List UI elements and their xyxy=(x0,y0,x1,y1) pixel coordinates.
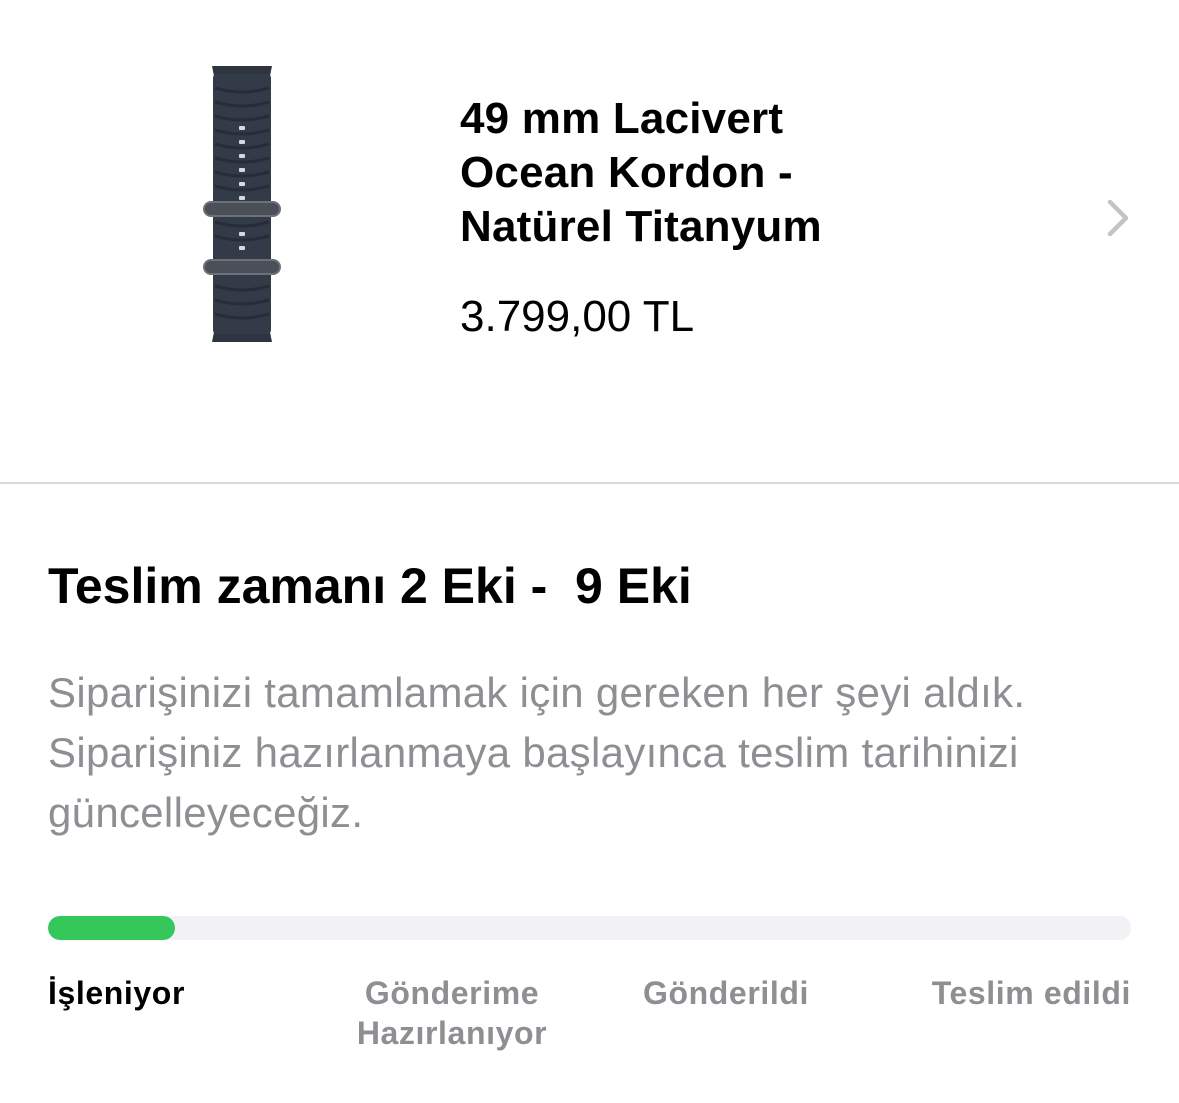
product-title: 49 mm Lacivert Ocean Kordon - Natürel Ti… xyxy=(460,92,1020,254)
chevron-right-icon[interactable] xyxy=(1100,196,1136,240)
step-delivered: Teslim edildi xyxy=(931,975,1131,1011)
product-info: 49 mm Lacivert Ocean Kordon - Natürel Ti… xyxy=(460,92,1020,344)
step-preparing-shipment: Gönderime Hazırlanıyor xyxy=(356,975,548,1051)
product-price: 3.799,00 TL xyxy=(460,292,695,341)
watch-band-image xyxy=(203,66,281,342)
product-title-line: Ocean Kordon - xyxy=(460,148,793,197)
delivery-title: Teslim zamanı 2 Eki - 9 Eki xyxy=(48,558,692,614)
section-divider xyxy=(0,482,1179,484)
order-progress-fill xyxy=(48,916,175,940)
order-progress-track xyxy=(48,916,1131,940)
step-processing: İşleniyor xyxy=(48,975,186,1011)
product-title-line: Natürel Titanyum xyxy=(460,202,822,251)
step-shipped: Gönderildi xyxy=(643,975,809,1011)
product-title-line: 49 mm Lacivert xyxy=(460,94,784,143)
delivery-description: Siparişinizi tamamlamak için gereken her… xyxy=(48,669,1026,836)
product-card[interactable]: 49 mm Lacivert Ocean Kordon - Natürel Ti… xyxy=(0,0,1179,483)
